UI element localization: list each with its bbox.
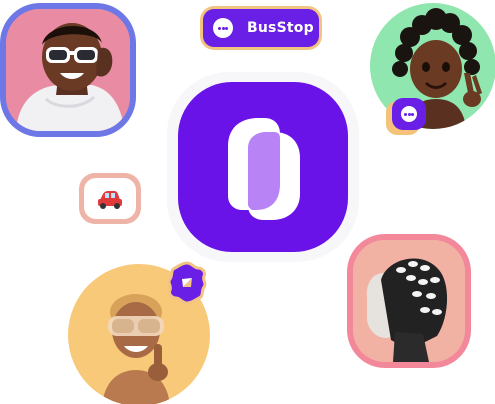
chat-bubble-icon <box>401 106 417 122</box>
busstop-pill-inner: BusStop <box>203 9 319 47</box>
avatar-man-sunglasses <box>0 3 136 137</box>
avatar-profile-braids <box>347 234 471 368</box>
chat-bubble-icon <box>213 18 233 38</box>
busstop-logo-icon[interactable] <box>178 82 348 252</box>
brand-name: BusStop <box>247 20 314 36</box>
car-chip[interactable] <box>79 173 141 224</box>
illustration-canvas: BusStop <box>0 0 495 404</box>
chat-badge <box>386 98 428 135</box>
car-emoji-icon <box>98 191 122 209</box>
busstop-pill[interactable]: BusStop <box>200 6 322 50</box>
compass-icon <box>167 261 207 305</box>
